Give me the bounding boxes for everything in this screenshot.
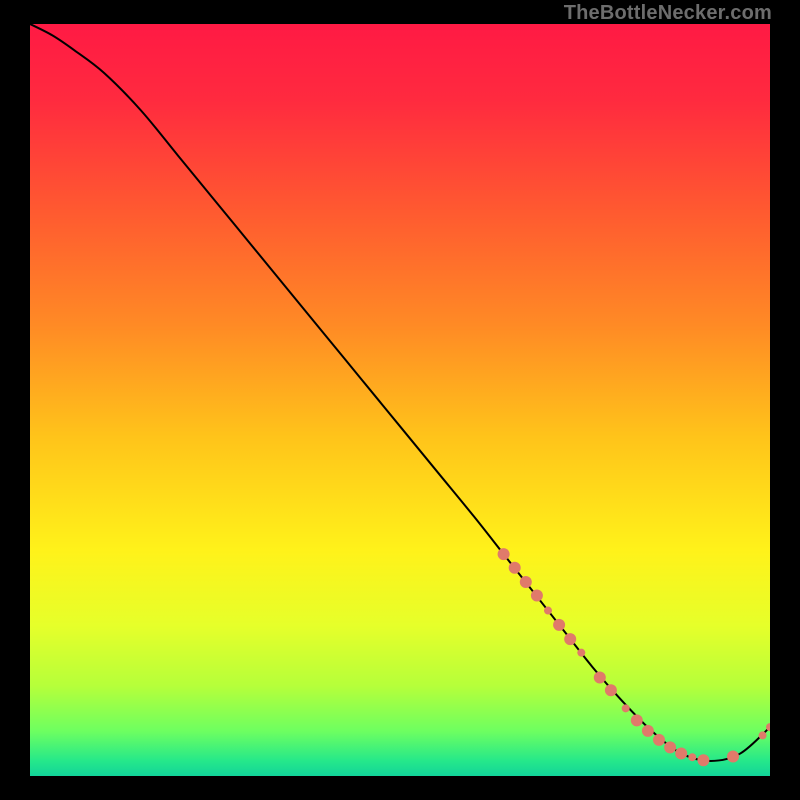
data-point (553, 619, 565, 631)
data-point (509, 562, 521, 574)
plot-svg (30, 24, 770, 776)
data-point (653, 734, 665, 746)
data-point (594, 671, 606, 683)
data-point (664, 741, 676, 753)
data-point (622, 704, 630, 712)
data-point (727, 750, 739, 762)
data-point (642, 725, 654, 737)
plot-area (30, 24, 770, 776)
data-point (688, 753, 696, 761)
data-point (759, 731, 767, 739)
data-point (531, 590, 543, 602)
data-point (697, 754, 709, 766)
data-point (631, 714, 643, 726)
watermark-text: TheBottleNecker.com (564, 2, 772, 25)
data-point (498, 548, 510, 560)
data-point (675, 747, 687, 759)
data-point (605, 684, 617, 696)
data-point (577, 649, 585, 657)
data-point (564, 633, 576, 645)
data-point (520, 576, 532, 588)
chart-stage: TheBottleNecker.com (0, 0, 800, 800)
data-point (544, 607, 552, 615)
gradient-background (30, 24, 770, 776)
